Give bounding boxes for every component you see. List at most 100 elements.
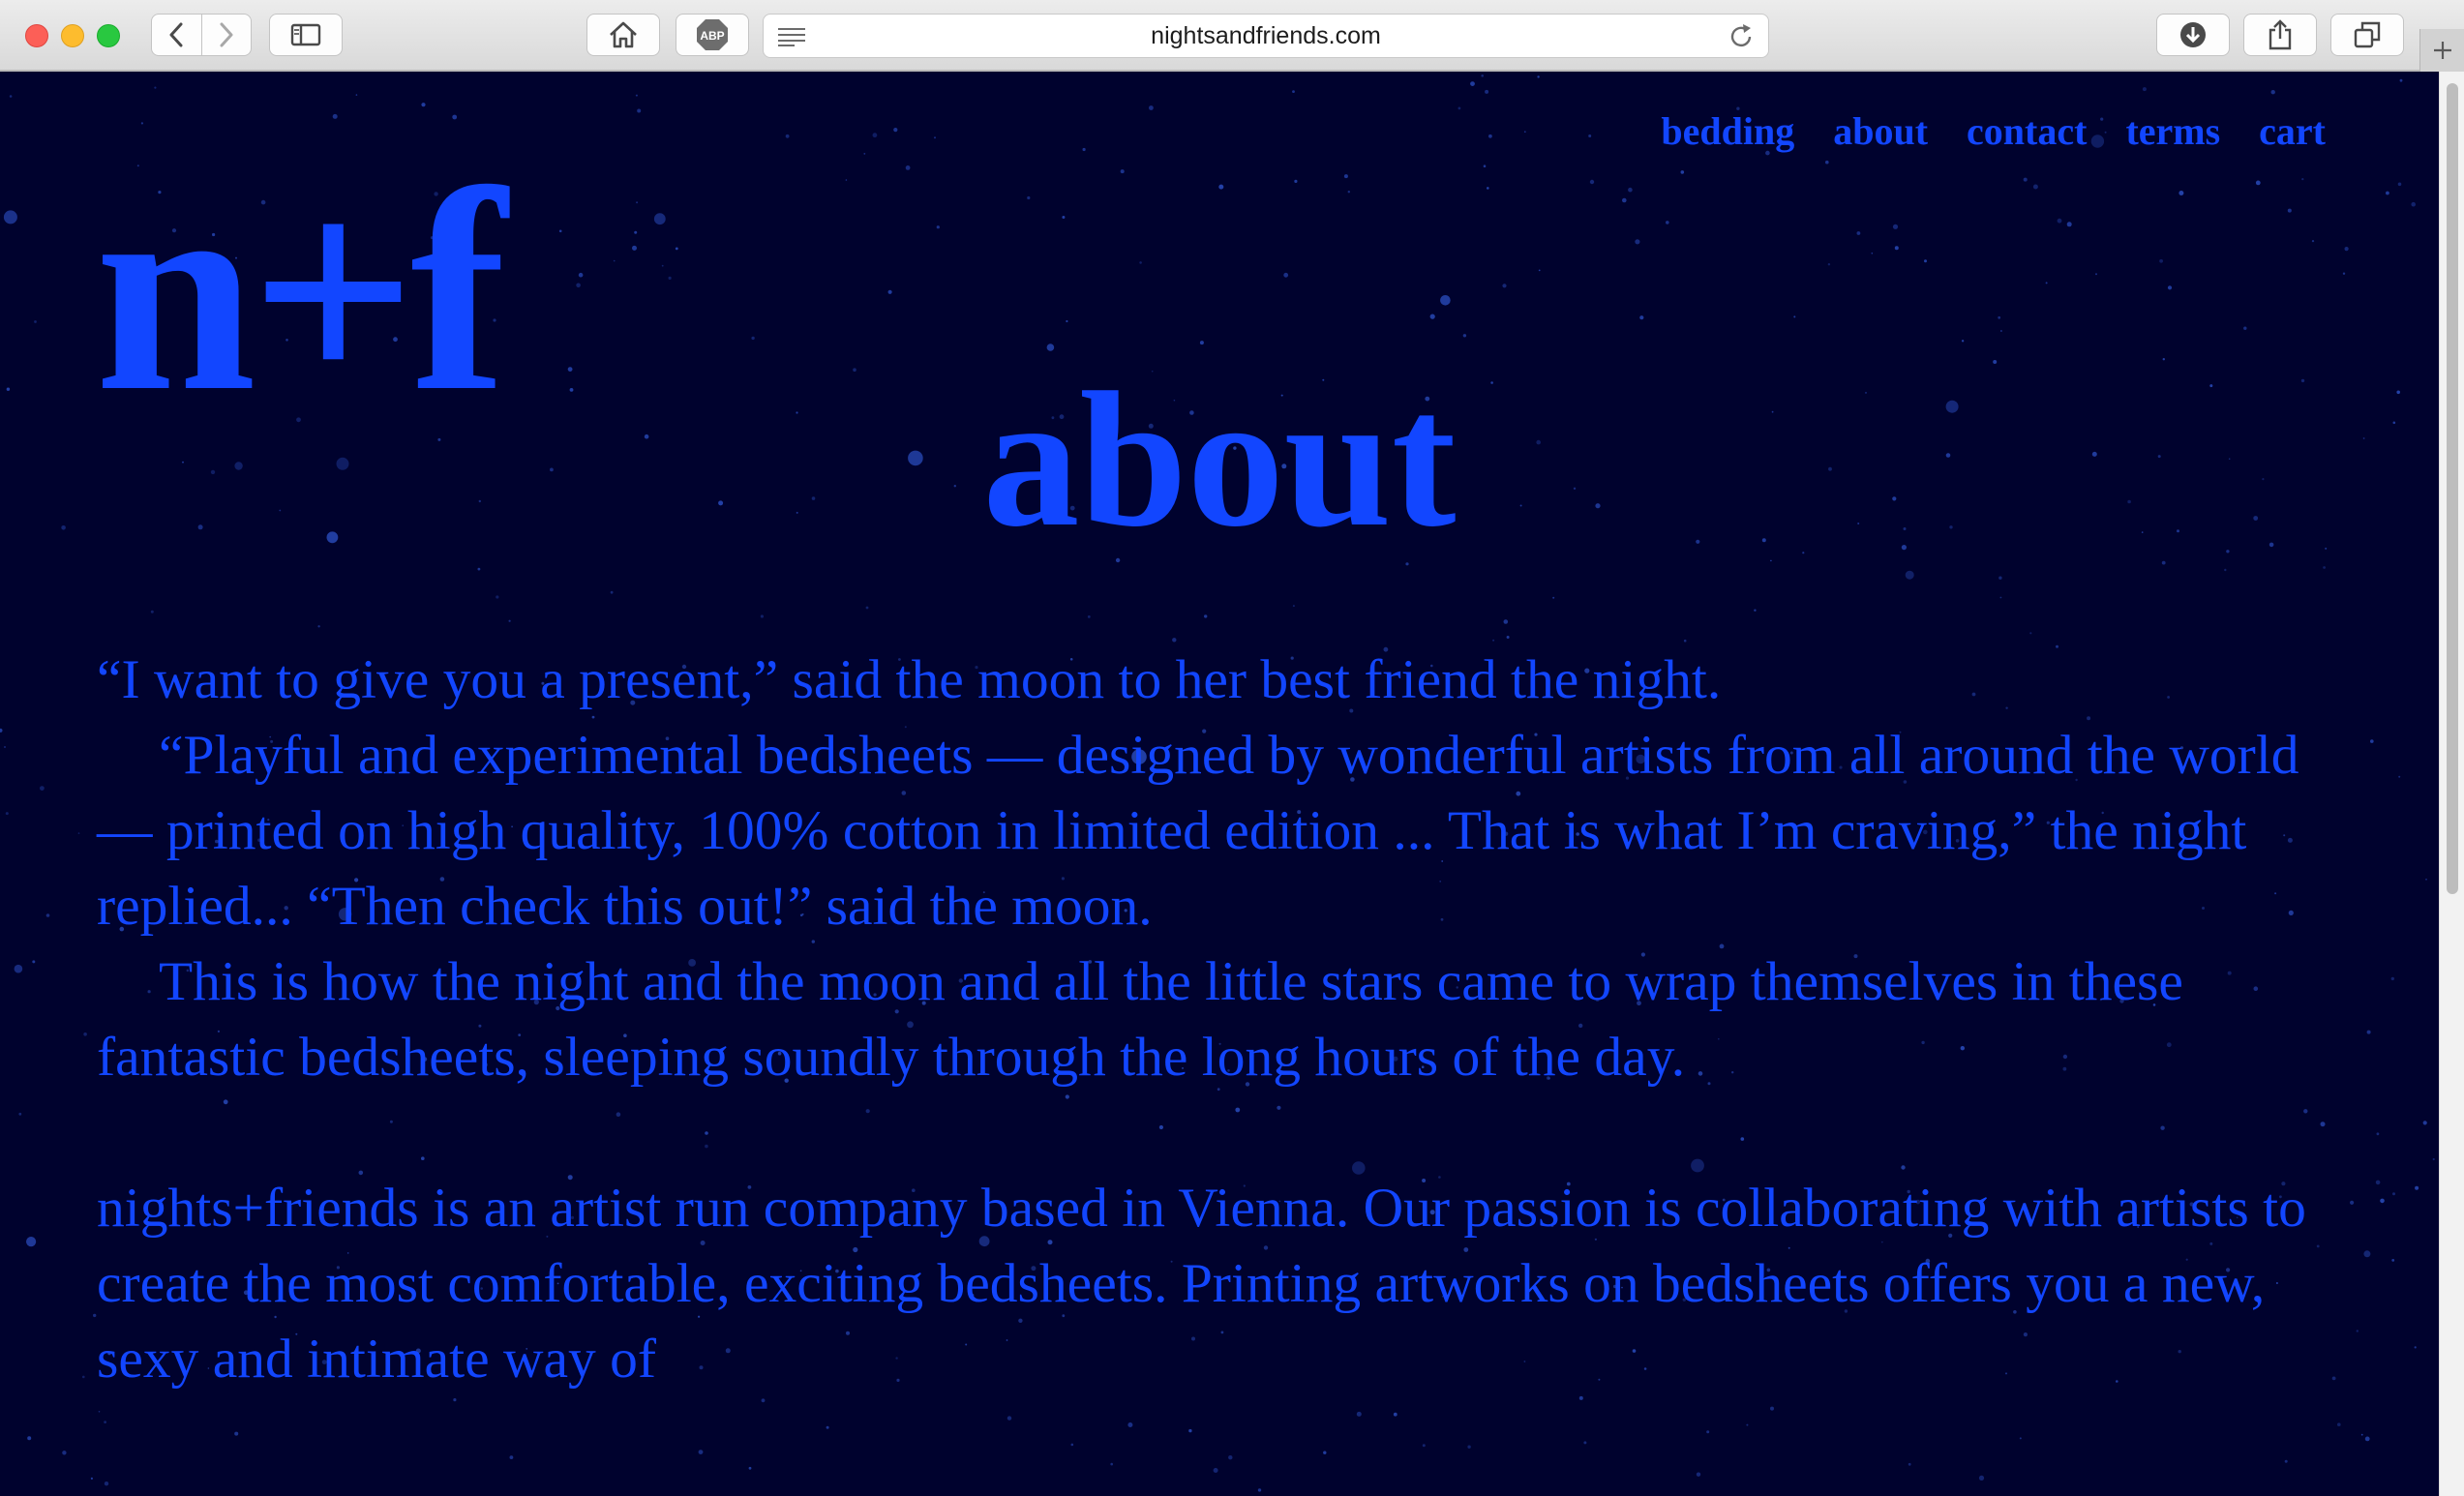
star <box>1706 1430 1710 1434</box>
star <box>1120 169 1125 174</box>
star <box>2364 1436 2370 1442</box>
star <box>27 1436 32 1441</box>
share-button[interactable] <box>2243 14 2317 56</box>
star <box>610 590 614 594</box>
star <box>1483 165 1487 167</box>
star <box>2390 976 2394 981</box>
new-tab-button[interactable] <box>2419 29 2464 72</box>
star <box>2363 1250 2371 1258</box>
adblock-button[interactable]: ABP <box>676 14 749 56</box>
star <box>893 128 898 133</box>
url-text[interactable]: nightsandfriends.com <box>764 15 1768 57</box>
star <box>1538 269 1541 272</box>
star <box>98 1411 101 1413</box>
star <box>40 786 45 791</box>
star <box>2366 1030 2371 1034</box>
history-buttons <box>151 14 252 56</box>
page-scrollbar[interactable] <box>2439 72 2464 1496</box>
star <box>1485 89 1489 94</box>
sidebar-button[interactable] <box>269 14 343 56</box>
page-title: about <box>982 353 1457 567</box>
star <box>760 614 765 618</box>
sidebar-icon <box>290 23 321 46</box>
tabs-icon <box>2354 21 2381 48</box>
star <box>2425 879 2427 881</box>
star <box>1754 609 1757 612</box>
forward-button[interactable] <box>200 15 252 55</box>
star <box>2161 560 2166 565</box>
star <box>2032 184 2038 190</box>
star <box>934 136 936 139</box>
tabs-button[interactable] <box>2330 14 2404 56</box>
back-button[interactable] <box>152 15 201 55</box>
star <box>1825 160 1829 165</box>
star <box>1062 216 1066 219</box>
star <box>2323 566 2327 569</box>
window-close-button[interactable] <box>25 24 48 47</box>
star <box>1894 246 1899 251</box>
star <box>1343 174 1348 179</box>
star <box>675 247 678 251</box>
star <box>1087 615 1091 618</box>
star <box>1470 81 1475 86</box>
home-button[interactable] <box>586 14 660 56</box>
paragraph: “Playful and experimental bedsheets — de… <box>97 725 2299 937</box>
star <box>4 746 6 748</box>
star <box>1393 1412 1397 1417</box>
star <box>2179 191 2184 195</box>
window-minimize-button[interactable] <box>61 24 84 47</box>
star <box>785 134 790 138</box>
star <box>32 960 36 964</box>
star <box>751 336 755 341</box>
star <box>1199 341 1204 345</box>
nav-link-cart[interactable]: cart <box>2259 108 2326 154</box>
star <box>1588 135 1592 137</box>
star <box>355 94 358 96</box>
site-nav: bedding about contact terms cart <box>1661 108 2326 154</box>
nav-link-terms[interactable]: terms <box>2125 108 2220 154</box>
star <box>1589 179 1595 185</box>
star <box>1908 1462 1911 1466</box>
about-text: “I want to give you a present,” said the… <box>97 643 2361 1397</box>
star <box>2415 1185 2419 1190</box>
star <box>508 619 511 622</box>
star <box>1871 252 1874 254</box>
star <box>2432 1157 2435 1161</box>
star <box>34 320 37 323</box>
address-bar[interactable]: nightsandfriends.com <box>763 14 1769 58</box>
scrollbar-thumb[interactable] <box>2447 83 2458 894</box>
star <box>0 728 3 733</box>
star <box>863 153 866 155</box>
reload-icon[interactable] <box>1728 23 1755 50</box>
new-tab-icon <box>2433 42 2451 59</box>
star <box>1228 1455 1233 1460</box>
star <box>2159 258 2164 263</box>
star <box>45 913 50 917</box>
star <box>1998 576 2002 580</box>
downloads-button[interactable] <box>2156 14 2230 56</box>
star <box>635 94 638 97</box>
star <box>613 259 616 262</box>
star <box>1257 1488 1262 1492</box>
nav-link-bedding[interactable]: bedding <box>1661 108 1794 154</box>
star <box>62 1451 67 1455</box>
star <box>2301 178 2304 181</box>
star <box>826 1425 829 1429</box>
nav-link-about[interactable]: about <box>1833 108 1928 154</box>
star <box>558 229 562 233</box>
star <box>1622 197 1627 203</box>
star <box>2224 568 2227 572</box>
star <box>1583 1441 1587 1445</box>
star <box>2411 201 2416 207</box>
star <box>2019 1437 2022 1440</box>
paragraph: This is how the night and the moon and a… <box>97 951 2183 1088</box>
star <box>1204 614 1208 618</box>
star <box>2142 87 2147 92</box>
window-zoom-button[interactable] <box>97 24 120 47</box>
nav-link-contact[interactable]: contact <box>1967 108 2087 154</box>
star <box>496 595 499 599</box>
star <box>77 832 80 834</box>
paragraph: nights+friends is an artist run company … <box>97 1178 2306 1390</box>
star <box>1892 224 1899 229</box>
star <box>2045 282 2048 284</box>
